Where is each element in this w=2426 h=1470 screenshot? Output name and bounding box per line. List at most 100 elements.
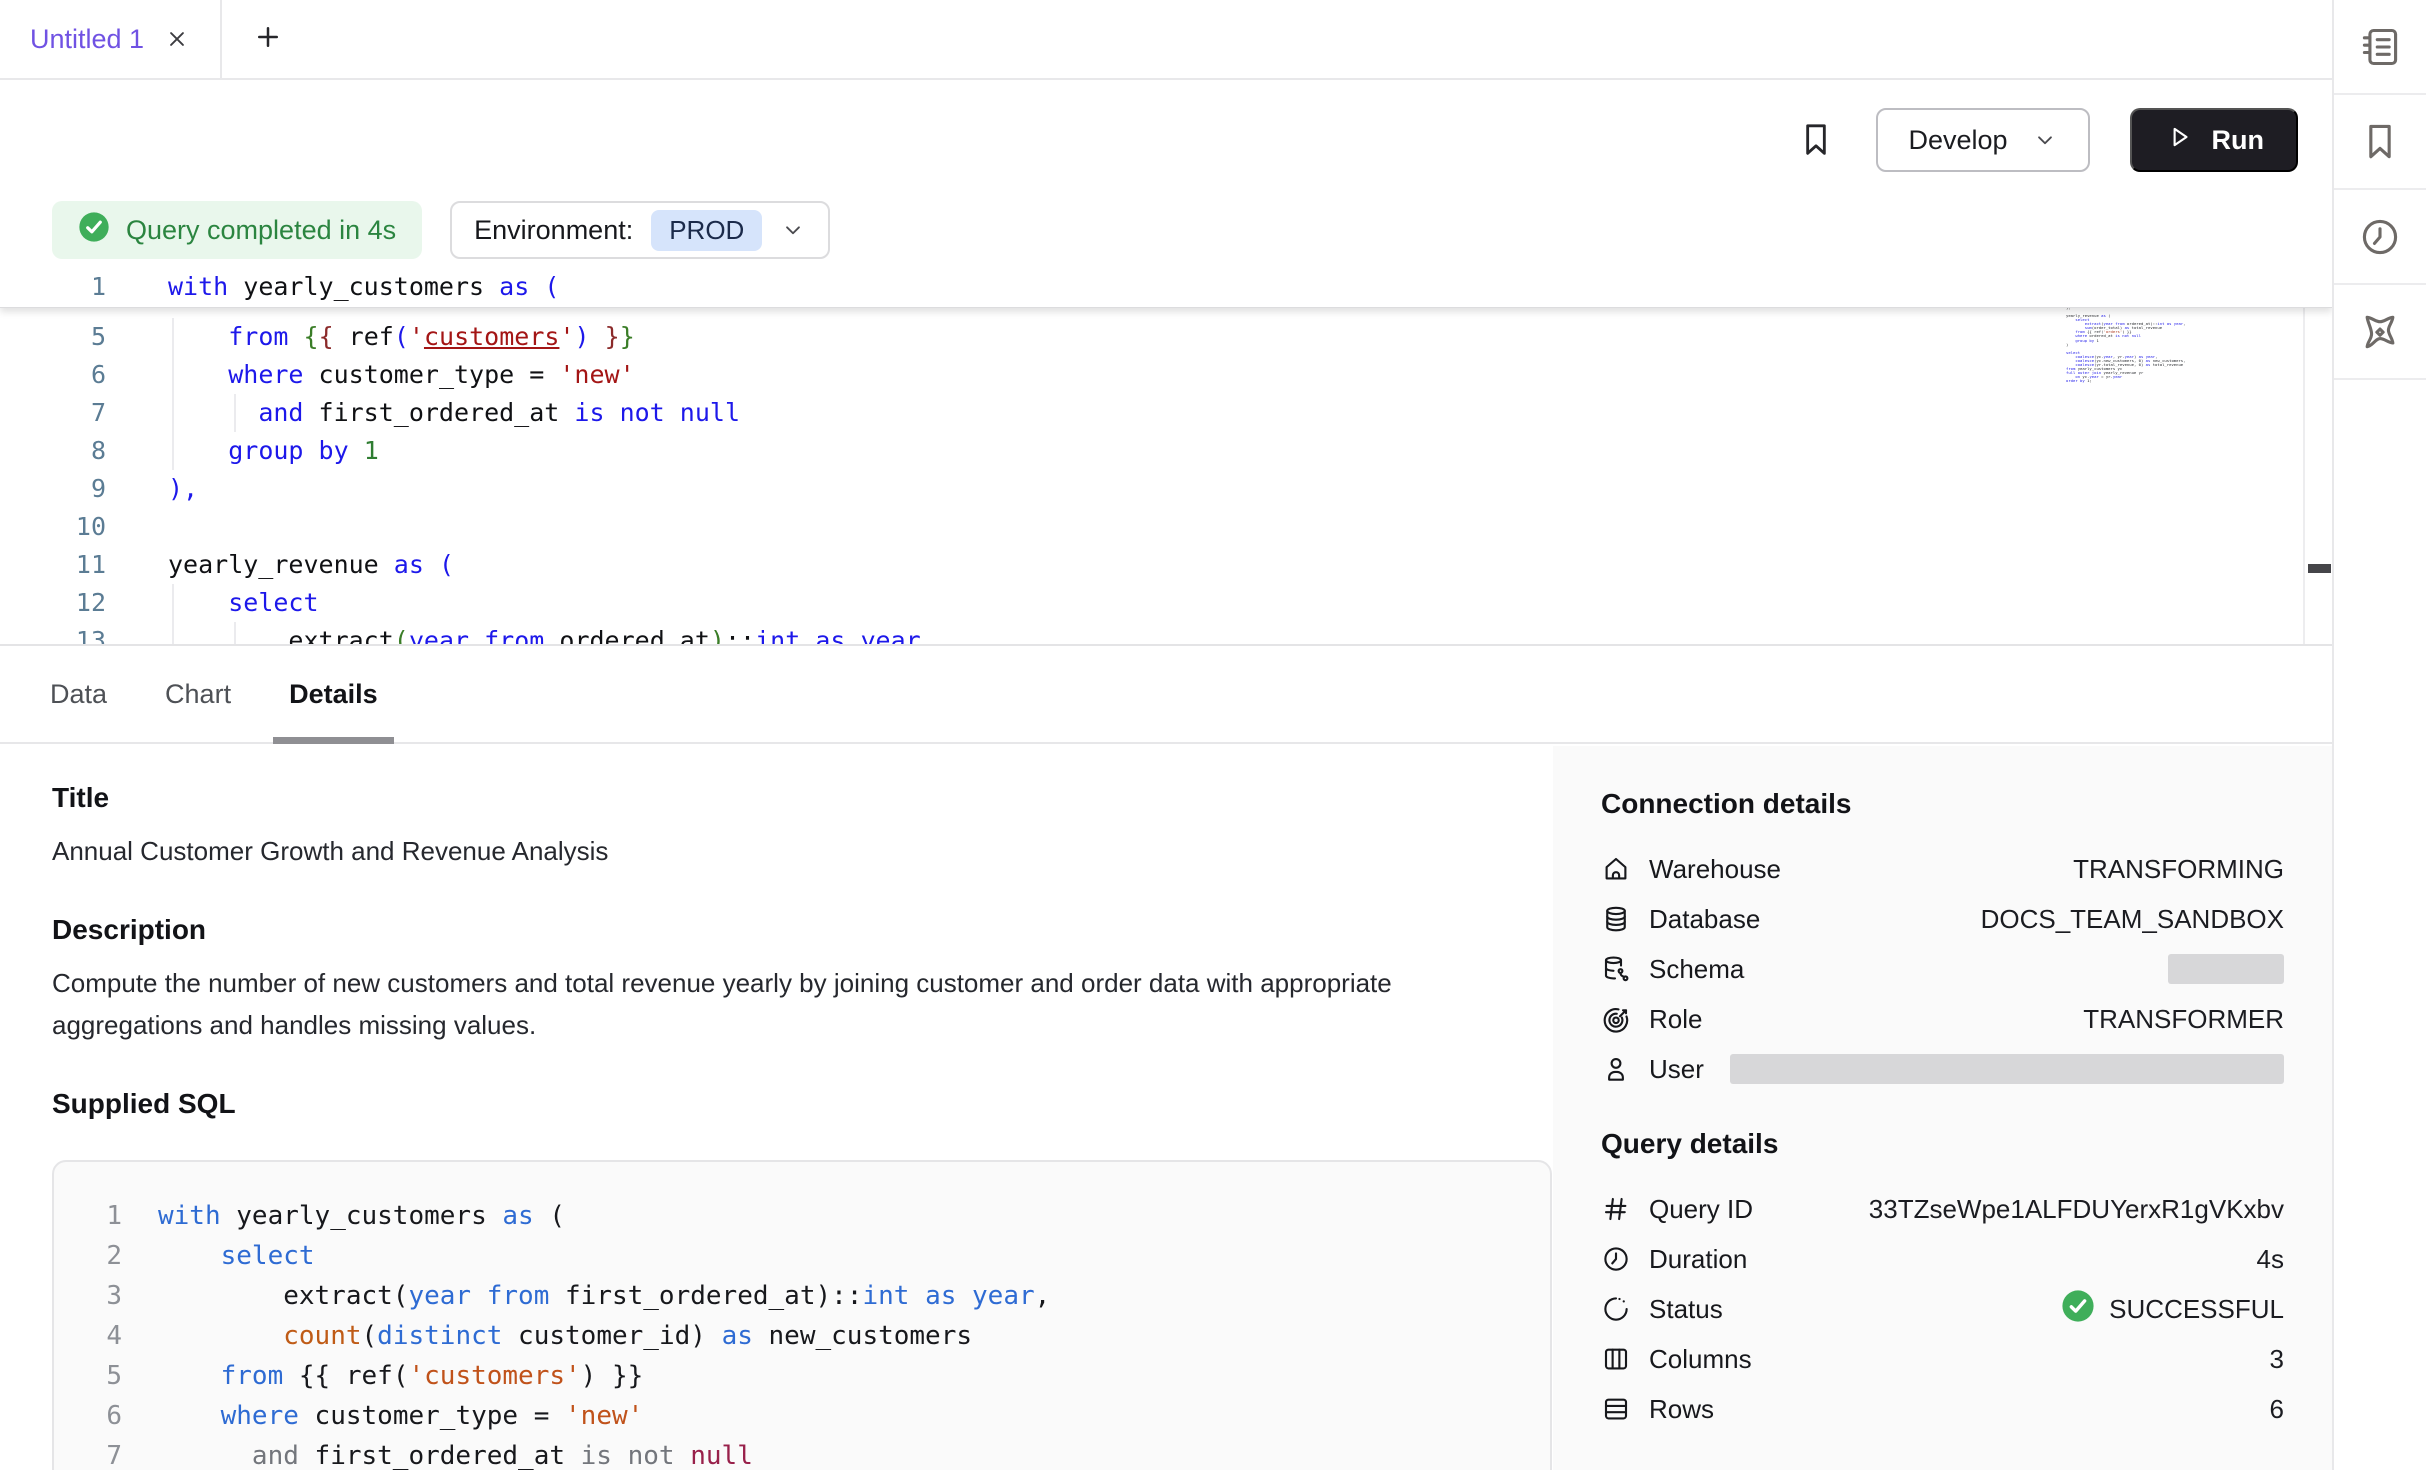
- detail-value: 3: [2270, 1344, 2284, 1375]
- detail-label: Database: [1649, 904, 1760, 935]
- detail-value: 6: [2270, 1394, 2284, 1425]
- query-status-badge: Query completed in 4s: [52, 201, 422, 259]
- bookmark-icon[interactable]: [1796, 120, 1836, 160]
- environment-label: Environment:: [474, 215, 633, 246]
- code-line: 1with yearly_customers as (: [54, 1196, 1550, 1236]
- detail-value: TRANSFORMER: [2083, 1004, 2284, 1035]
- line-number: 6: [54, 1396, 122, 1436]
- sidebar-button-notebook[interactable]: [2334, 0, 2426, 95]
- develop-label: Develop: [1908, 125, 2007, 156]
- run-button[interactable]: Run: [2130, 108, 2298, 172]
- code-line: 5 from {{ ref('customers') }}: [54, 1356, 1550, 1396]
- database-icon: [1601, 904, 1631, 934]
- line-number: 8: [0, 432, 106, 470]
- detail-label: User: [1649, 1054, 1704, 1085]
- status-row: Query completed in 4s Environment: PROD: [52, 200, 830, 260]
- duration-icon: [1601, 1244, 1631, 1274]
- editor-scrollbar[interactable]: [2303, 266, 2332, 644]
- play-icon: [2164, 122, 2194, 159]
- notebook-icon: [2358, 25, 2402, 69]
- indent-guide: [172, 318, 174, 356]
- line-number: 13: [0, 622, 106, 646]
- code-line: 7 and first_ordered_at is not null: [0, 394, 2332, 432]
- code-line: 5 from {{ ref('customers') }}: [0, 318, 2332, 356]
- check-circle-icon: [78, 211, 110, 250]
- code-line: 8 group by 1: [0, 432, 2332, 470]
- detail-label: Warehouse: [1649, 854, 1781, 885]
- code-line: 11yearly_revenue as (: [0, 546, 2332, 584]
- line-number: 5: [0, 318, 106, 356]
- detail-value: 4s: [2257, 1244, 2284, 1275]
- detail-label: Columns: [1649, 1344, 1752, 1375]
- tab-data[interactable]: Data: [50, 646, 107, 742]
- line-number: 6: [0, 356, 106, 394]
- new-tab-button[interactable]: [222, 0, 314, 78]
- lineage-icon: [2358, 310, 2402, 354]
- tab-label: Untitled 1: [30, 24, 144, 55]
- code-line: 9),: [0, 470, 2332, 508]
- develop-dropdown[interactable]: Develop: [1876, 108, 2089, 172]
- detail-row-query-id: Query ID33TZseWpe1ALFDUYerxR1gVKxbv: [1601, 1184, 2284, 1234]
- detail-label: Query ID: [1649, 1194, 1753, 1225]
- indent-guide: [172, 584, 174, 622]
- sidebar-button-lineage[interactable]: [2334, 285, 2426, 380]
- sidebar-button-clock[interactable]: [2334, 190, 2426, 285]
- toolbar: Develop Run: [0, 82, 2332, 198]
- tab-bar: Untitled 1: [0, 0, 2332, 80]
- right-sidebar: [2332, 0, 2426, 1470]
- query-status-text: Query completed in 4s: [126, 215, 396, 246]
- indent-guide: [172, 356, 174, 394]
- connection-details-heading: Connection details: [1601, 786, 2284, 822]
- details-panel: Title Annual Customer Growth and Revenue…: [0, 746, 1553, 1470]
- plus-icon: [253, 22, 283, 57]
- line-number: 1: [54, 1196, 122, 1236]
- code-line: 10: [0, 508, 2332, 546]
- line-number: 7: [0, 394, 106, 432]
- results-tab-bar: Data Chart Details: [0, 646, 2332, 744]
- detail-label: Duration: [1649, 1244, 1747, 1275]
- schema-icon: [1601, 954, 1631, 984]
- line-number: 10: [0, 508, 106, 546]
- scrollbar-handle[interactable]: [2308, 564, 2331, 573]
- indent-guide: [172, 622, 174, 646]
- line-number: 12: [0, 584, 106, 622]
- environment-value-badge: PROD: [651, 210, 762, 251]
- clock-icon: [2358, 215, 2402, 259]
- close-icon[interactable]: [164, 26, 190, 52]
- code-line: 6 where customer_type = 'new': [0, 356, 2332, 394]
- title-heading: Title: [52, 780, 1553, 816]
- description-value: Compute the number of new customers and …: [52, 962, 1442, 1046]
- detail-value: DOCS_TEAM_SANDBOX: [1981, 904, 2284, 935]
- detail-row-database: Database DOCS_TEAM_SANDBOX: [1601, 894, 2284, 944]
- hash-icon: [1601, 1194, 1631, 1224]
- tab-untitled-1[interactable]: Untitled 1: [0, 0, 222, 78]
- line-number: 2: [54, 1236, 122, 1276]
- redacted-value: [2168, 954, 2284, 984]
- detail-row-schema: Schema: [1601, 944, 2284, 994]
- detail-row-columns: Columns 3: [1601, 1334, 2284, 1384]
- detail-value: TRANSFORMING: [2073, 854, 2284, 885]
- code-line: 7 and first_ordered_at is not null: [54, 1436, 1550, 1470]
- detail-label: Role: [1649, 1004, 1702, 1035]
- detail-row-status: StatusSUCCESSFUL: [1601, 1284, 2284, 1334]
- detail-label: Status: [1649, 1294, 1723, 1325]
- indent-guide: [234, 622, 236, 646]
- environment-selector[interactable]: Environment: PROD: [450, 201, 830, 259]
- line-number: 7: [54, 1436, 122, 1470]
- supplied-sql-heading: Supplied SQL: [52, 1086, 1553, 1122]
- detail-row-user: User: [1601, 1044, 2284, 1094]
- columns-icon: [1601, 1344, 1631, 1374]
- code-line: 1with yearly_customers as (: [0, 266, 2332, 308]
- tab-details[interactable]: Details: [289, 646, 378, 742]
- sql-editor[interactable]: 1with yearly_customers as ( 5 from {{ ref…: [0, 266, 2332, 646]
- tab-chart[interactable]: Chart: [165, 646, 231, 742]
- query-details-heading: Query details: [1601, 1126, 2284, 1162]
- code-line: 6 where customer_type = 'new': [54, 1396, 1550, 1436]
- line-number: 3: [54, 1276, 122, 1316]
- detail-label: Schema: [1649, 954, 1744, 985]
- redacted-value: [1730, 1054, 2284, 1084]
- detail-row-warehouse: Warehouse TRANSFORMING: [1601, 844, 2284, 894]
- line-number: 9: [0, 470, 106, 508]
- sidebar-button-bookmark[interactable]: [2334, 95, 2426, 190]
- chevron-down-icon: [2032, 127, 2058, 153]
